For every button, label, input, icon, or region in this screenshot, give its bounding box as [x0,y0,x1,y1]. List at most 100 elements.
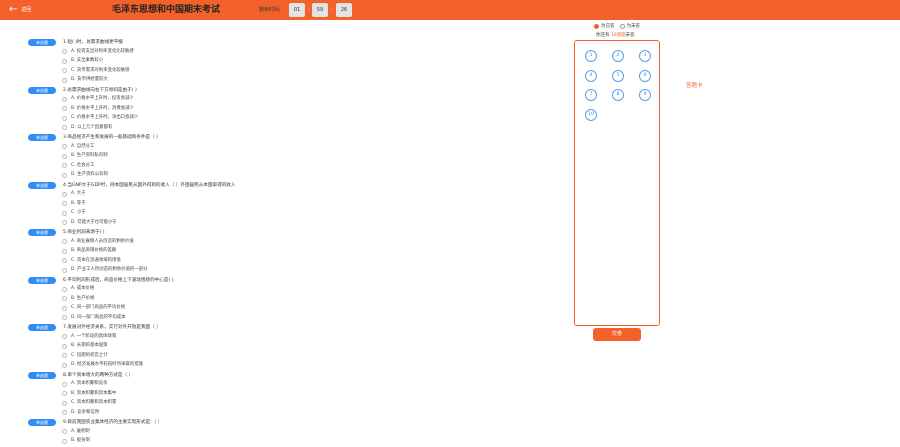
option-row[interactable]: D. 生产资料公有制 [62,171,108,179]
option-row[interactable]: C. 资本在流通领域的增值 [62,257,121,265]
question-number-button[interactable]: 3 [639,50,651,62]
question-number-button[interactable]: 4 [585,69,597,82]
option-radio-icon[interactable] [62,286,67,292]
unanswered-label: 为未答 [626,24,641,29]
option-radio-icon[interactable] [62,106,67,111]
option-row[interactable]: D. 货币供给量较大 [62,76,108,84]
option-row[interactable]: C. 同一部门商品的平均价格 [62,304,125,312]
option-radio-icon[interactable] [62,258,67,263]
question-number-button[interactable]: 8 [612,89,624,101]
option-radio-icon[interactable] [62,49,67,54]
option-radio-icon[interactable] [62,305,67,311]
question-number-button[interactable]: 9 [639,89,651,101]
option-row[interactable]: A. 商业雇佣人员创造的剩余价值 [62,238,134,246]
option-radio-icon[interactable] [62,153,67,159]
option-radio-icon[interactable] [62,334,67,339]
option-radio-icon[interactable] [62,391,67,396]
question-stem: 1.短( )时，总需求曲线更平缓 [63,40,123,45]
option-radio-icon[interactable] [62,220,67,225]
question-number-button[interactable]: 2 [612,50,624,62]
option-row[interactable]: D. 竞争和信用 [62,409,99,417]
option-radio-icon[interactable] [62,96,67,102]
option-radio-icon[interactable] [62,239,67,244]
option-row[interactable]: C. 社会分工 [62,162,94,170]
option-radio-icon[interactable] [62,438,67,444]
option-row[interactable]: C. 货币需求对利率变化较敏感 [62,67,130,75]
option-radio-icon[interactable] [62,429,67,434]
option-radio-icon[interactable] [62,191,67,197]
option-row[interactable]: A. 投资支出对利率变化比较敏感 [62,48,134,56]
option-radio-icon[interactable] [62,68,67,73]
progress-suffix: 未答 [625,33,635,38]
option-row[interactable]: B. 支出乘数较小 [62,57,103,65]
option-row[interactable]: B. 商品商销价格的差额 [62,247,116,255]
option-radio-icon[interactable] [62,400,67,406]
question-number-button[interactable]: 5 [612,69,624,82]
option-row[interactable]: A. 资本积聚和竞争 [62,380,107,388]
option-radio-icon[interactable] [62,201,67,206]
question-stem: 8.单个资本增大的两种方式是（ ） [63,372,134,378]
question-stem: 4.当GNP大于GDP时，则本国居民从国外得到的收入（ ）外国居民从本国取得的收… [63,182,236,188]
option-text: C. 资本在流通领域的增值 [71,257,121,263]
option-row[interactable]: C. 价格水平上升时，净出口会减少 [62,114,138,122]
question-number-button[interactable]: 10 [585,108,597,121]
option-row[interactable]: D. 产业工人所创造的剩余价值的一部分 [62,266,147,274]
option-radio-icon[interactable] [62,362,67,368]
option-row[interactable]: A. 一个阶段的具体政策 [62,333,116,341]
submit-button[interactable]: 交卷 [593,328,641,341]
progress-count: 10道题 [610,33,626,38]
option-radio-icon[interactable] [62,77,67,83]
option-row[interactable]: C. 资本积聚和资本积累 [62,399,116,407]
option-row[interactable]: A. 成本价格 [62,285,94,293]
option-row[interactable]: B. 生产价格 [62,295,94,303]
option-radio-icon[interactable] [62,144,67,149]
option-row[interactable]: C. 小于 [62,209,86,217]
option-row[interactable]: D. 同一部门商品的平均成本 [62,314,125,322]
question-type-badge: 单选题 [28,134,56,141]
unanswered-radio-icon[interactable] [619,23,625,29]
option-row[interactable]: D. 可能大于也可能小于 [62,219,117,227]
option-radio-icon[interactable] [62,172,67,178]
option-radio-icon[interactable] [62,267,67,273]
option-row[interactable]: B. 长期的基本国策 [62,342,108,350]
question-type-badge: 单选题 [28,419,56,426]
question-stem: 6.平均利润形成后，商品价格上下波动围绕的中心是( ) [63,277,174,283]
option-radio-icon[interactable] [62,296,67,301]
back-button[interactable]: ← 返回 [9,4,31,16]
question-type-badge: 单选题 [28,39,56,46]
option-row[interactable]: D. 以上几个因素都有 [62,124,112,132]
answer-sheet-label: 答题卡 [686,83,703,89]
option-radio-icon[interactable] [62,343,67,349]
option-text: D. 同一部门商品的平均成本 [71,314,126,320]
option-radio-icon[interactable] [62,210,67,216]
option-radio-icon[interactable] [62,353,67,358]
option-radio-icon[interactable] [62,381,67,387]
option-row[interactable]: C. 短期的权宜之计 [62,352,108,360]
question-number-button[interactable]: 6 [639,69,651,82]
question-number-button[interactable]: 7 [585,89,597,101]
option-radio-icon[interactable] [62,58,67,64]
option-row[interactable]: A. 大于 [62,190,86,198]
option-row[interactable]: B. 股份制 [62,437,90,445]
question-row: 单选题 3.商品经济产生和发展的一般基础和条件是（ ） [28,133,161,142]
option-row[interactable]: A. 价格水平上升时，投资会减少 [62,95,134,103]
option-radio-icon[interactable] [62,248,67,254]
option-row[interactable]: B. 等于 [62,200,86,208]
answered-radio-icon[interactable] [594,23,599,29]
question-row: 单选题 8.单个资本增大的两种方式是（ ） [28,371,133,380]
option-row[interactable]: B. 价格水平上升时，消费会减少 [62,105,134,113]
option-radio-icon[interactable] [62,315,67,320]
option-row[interactable]: D. 经济发展水平较低时所采取的措施 [62,361,143,369]
option-row[interactable]: A. 自然分工 [62,143,94,151]
option-radio-icon[interactable] [62,410,67,415]
option-text: B. 股份制 [71,438,90,443]
option-row[interactable]: A. 雇佣制 [62,428,90,436]
option-text: B. 商品商销价格的差额 [71,248,117,253]
option-radio-icon[interactable] [62,163,67,168]
question-type-badge: 单选题 [28,276,56,284]
option-radio-icon[interactable] [62,125,67,130]
question-number-button[interactable]: 1 [585,50,597,62]
option-row[interactable]: B. 生产资料私有制 [62,152,108,160]
option-row[interactable]: B. 资本积聚和资本集中 [62,390,116,398]
option-radio-icon[interactable] [62,115,67,121]
